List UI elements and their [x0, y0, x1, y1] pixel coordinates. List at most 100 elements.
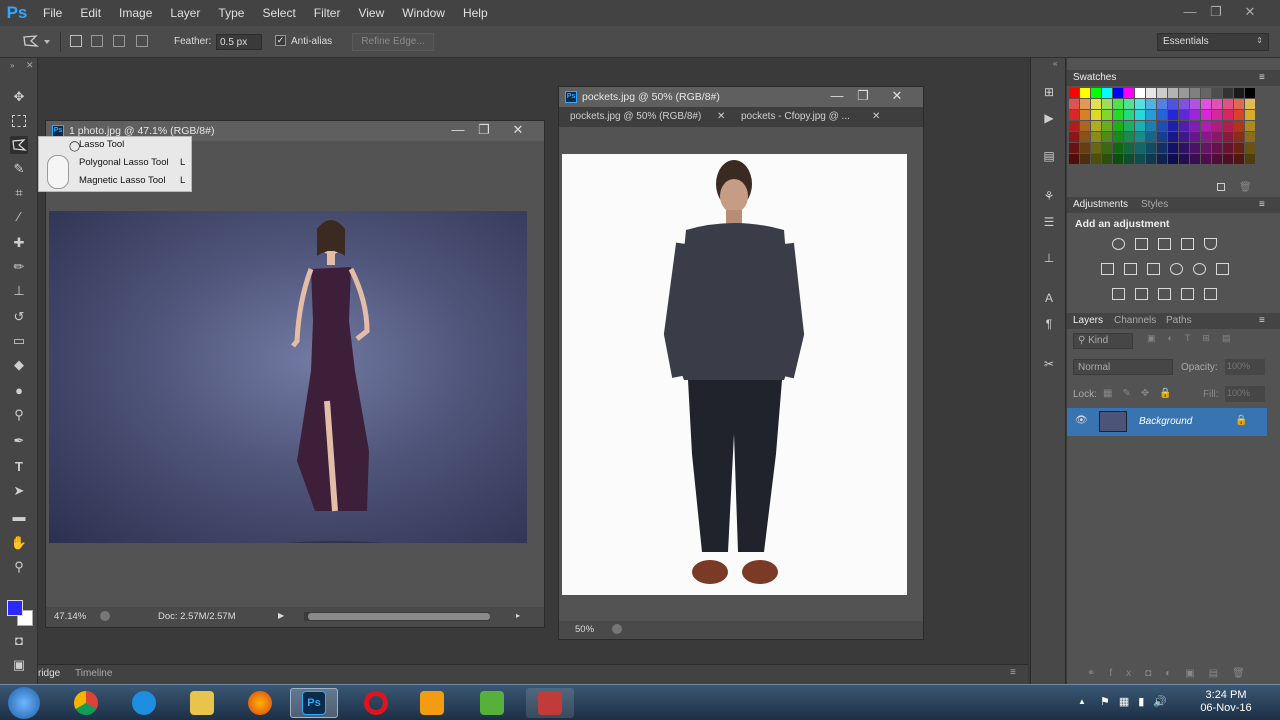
black-white-icon[interactable] — [1147, 263, 1160, 275]
swatch-cell[interactable] — [1223, 121, 1233, 131]
swatch-cell[interactable] — [1124, 110, 1134, 120]
fill-input[interactable]: 100% — [1225, 386, 1265, 402]
history-brush-icon[interactable]: ↺ — [10, 308, 28, 326]
swatch-cell[interactable] — [1190, 88, 1200, 98]
photo-filter-icon[interactable] — [1170, 263, 1183, 275]
start-orb-icon[interactable] — [8, 687, 40, 719]
subtract-selection-icon[interactable] — [113, 35, 125, 47]
swatch-cell[interactable] — [1223, 143, 1233, 153]
brush-settings-icon[interactable]: ☰ — [1041, 214, 1057, 230]
doc-restore-button[interactable]: ❐ — [474, 122, 494, 138]
invert-icon[interactable] — [1112, 288, 1125, 300]
menu-image[interactable]: Image — [110, 0, 161, 26]
menu-help[interactable]: Help — [454, 0, 497, 26]
menu-layer[interactable]: Layer — [161, 0, 209, 26]
swatch-cell[interactable] — [1234, 88, 1244, 98]
swatch-cell[interactable] — [1135, 121, 1145, 131]
swatch-cell[interactable] — [1245, 88, 1255, 98]
swatch-cell[interactable] — [1113, 132, 1123, 142]
type-tool-icon[interactable]: T — [10, 458, 28, 476]
color-balance-icon[interactable] — [1124, 263, 1137, 275]
hue-saturation-icon[interactable] — [1101, 263, 1114, 275]
swatch-cell[interactable] — [1080, 143, 1090, 153]
swatch-cell[interactable] — [1245, 110, 1255, 120]
move-tool-icon[interactable]: ✥ — [10, 88, 28, 106]
layer-panel-footer-icons[interactable]: ⚭fx◘◐▣▤🗑 — [1087, 668, 1259, 679]
refine-edge-button[interactable]: Refine Edge... — [352, 33, 434, 51]
path-selection-icon[interactable]: ➤ — [10, 482, 28, 500]
swatch-cell[interactable] — [1080, 110, 1090, 120]
zoom-level[interactable]: 50% — [575, 624, 594, 635]
kind-filter-select[interactable]: ⚲ Kind — [1073, 333, 1133, 349]
swatch-cell[interactable] — [1201, 110, 1211, 120]
brush-tool-icon[interactable]: ✏ — [10, 258, 28, 276]
add-selection-icon[interactable] — [91, 35, 103, 47]
swatch-cell[interactable] — [1069, 88, 1079, 98]
intersect-selection-icon[interactable] — [136, 35, 148, 47]
canvas-photo-woman[interactable] — [49, 211, 527, 561]
tab-adjustments[interactable]: Adjustments — [1073, 197, 1128, 213]
tab-pockets-copy[interactable]: pockets - Cfopy.jpg @ ... — [741, 111, 850, 122]
quick-mask-icon[interactable]: ◘ — [10, 632, 28, 650]
swatch-cell[interactable] — [1168, 121, 1178, 131]
panel-menu-icon[interactable]: ≡ — [1259, 197, 1265, 213]
tab-layers[interactable]: Layers — [1073, 313, 1103, 329]
media-taskbar-button[interactable] — [408, 688, 456, 718]
swatch-cell[interactable] — [1168, 143, 1178, 153]
blend-mode-select[interactable]: Normal — [1073, 359, 1173, 375]
threshold-icon[interactable] — [1158, 288, 1171, 300]
swatch-cell[interactable] — [1212, 99, 1222, 109]
swatch-cell[interactable] — [1212, 154, 1222, 164]
swatch-cell[interactable] — [1102, 110, 1112, 120]
system-tray-icons[interactable]: ⚑▦▮🔊 — [1100, 695, 1176, 708]
crop-tool-icon[interactable]: ⌗ — [10, 184, 28, 202]
swatch-cell[interactable] — [1135, 88, 1145, 98]
tab-close-icon[interactable]: ✕ — [717, 111, 725, 122]
swatch-cell[interactable] — [1080, 99, 1090, 109]
swatch-cell[interactable] — [1179, 110, 1189, 120]
swatch-cell[interactable] — [1080, 154, 1090, 164]
opera-taskbar-button[interactable] — [352, 688, 400, 718]
doc-minimize-button[interactable]: — — [827, 88, 847, 103]
status-menu-arrow-icon[interactable]: ▶ — [278, 611, 284, 620]
swatch-cell[interactable] — [1124, 132, 1134, 142]
swatch-cell[interactable] — [1223, 88, 1233, 98]
swatch-cell[interactable] — [1179, 88, 1189, 98]
tool-presets-icon[interactable]: ✂ — [1041, 356, 1057, 372]
swatch-cell[interactable] — [1113, 154, 1123, 164]
selective-color-icon[interactable] — [1181, 288, 1194, 300]
swatch-cell[interactable] — [1212, 110, 1222, 120]
swatch-cell[interactable] — [1091, 143, 1101, 153]
tool-preset-chevron-icon[interactable] — [44, 40, 50, 44]
screen-mode-icon[interactable]: ▣ — [10, 656, 28, 674]
swatch-cell[interactable] — [1245, 121, 1255, 131]
eraser-icon[interactable]: ▭ — [10, 332, 28, 350]
collapse-icon[interactable]: » — [10, 61, 14, 70]
swatch-cell[interactable] — [1080, 88, 1090, 98]
swatch-cell[interactable] — [1091, 132, 1101, 142]
swatch-cell[interactable] — [1245, 143, 1255, 153]
swatch-cell[interactable] — [1124, 154, 1134, 164]
swatch-cell[interactable] — [1223, 110, 1233, 120]
polygonal-lasso-icon[interactable] — [22, 34, 40, 48]
doc-close-button[interactable]: ✕ — [508, 122, 528, 138]
properties-icon[interactable]: ▤ — [1041, 148, 1057, 164]
swatch-cell[interactable] — [1234, 121, 1244, 131]
flyout-magnetic-lasso-tool[interactable]: Magnetic Lasso Tool — [79, 173, 165, 189]
swatch-cell[interactable] — [1190, 121, 1200, 131]
swatch-cell[interactable] — [1168, 132, 1178, 142]
swatch-cell[interactable] — [1179, 132, 1189, 142]
blur-tool-icon[interactable]: ⚲ — [10, 406, 28, 424]
tab-mini-bridge[interactable]: ridge — [38, 668, 60, 679]
firefox-taskbar-button[interactable] — [236, 688, 284, 718]
flyout-lasso-tool[interactable]: Lasso Tool — [79, 137, 124, 153]
menu-type[interactable]: Type — [209, 0, 253, 26]
history-icon[interactable]: ⊞ — [1041, 84, 1057, 100]
marquee-tool-icon[interactable] — [12, 115, 26, 127]
swatch-cell[interactable] — [1223, 99, 1233, 109]
swatch-cell[interactable] — [1201, 143, 1211, 153]
swatch-cell[interactable] — [1135, 154, 1145, 164]
ie-taskbar-button[interactable] — [120, 688, 168, 718]
swatch-cell[interactable] — [1157, 143, 1167, 153]
swatch-cell[interactable] — [1135, 143, 1145, 153]
